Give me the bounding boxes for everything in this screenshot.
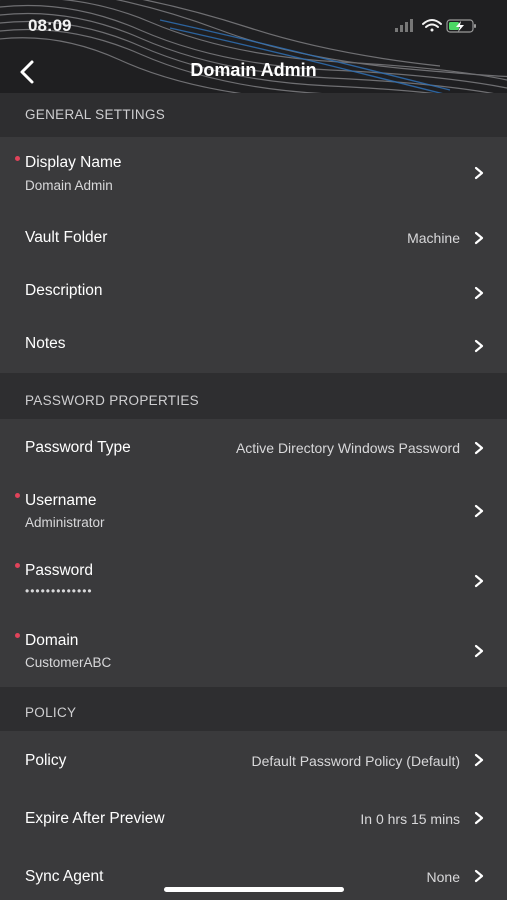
row-sync-agent[interactable]: Sync Agent None: [0, 847, 507, 900]
policy-label: Policy: [25, 752, 67, 769]
row-notes[interactable]: Notes: [0, 320, 507, 373]
sync-agent-value: None: [426, 869, 460, 885]
chevron-right-icon: [474, 166, 484, 180]
required-indicator: [15, 493, 20, 498]
chevron-right-icon: [474, 753, 484, 767]
chevron-right-icon: [474, 339, 484, 353]
vault-folder-label: Vault Folder: [25, 229, 108, 246]
password-type-value: Active Directory Windows Password: [235, 440, 460, 456]
description-label: Description: [25, 282, 103, 299]
domain-label: Domain: [25, 632, 79, 649]
page-title: Domain Admin: [190, 60, 317, 80]
home-indicator[interactable]: [164, 887, 344, 892]
chevron-right-icon: [474, 574, 484, 588]
section-header-general: GENERAL SETTINGS: [0, 93, 507, 137]
display-name-value: Domain Admin: [25, 178, 113, 193]
expire-value: In 0 hrs 15 mins: [360, 811, 460, 827]
row-password-type[interactable]: Password Type Active Directory Windows P…: [0, 419, 507, 477]
required-indicator: [15, 633, 20, 638]
nav-header: 08:09 Domain Admin: [0, 0, 507, 93]
expire-label: Expire After Preview: [25, 810, 165, 827]
battery-charging-icon: [446, 19, 476, 33]
section-header-password-properties: PASSWORD PROPERTIES: [0, 373, 507, 419]
chevron-right-icon: [474, 644, 484, 658]
notes-label: Notes: [25, 335, 66, 352]
required-indicator: [15, 563, 20, 568]
row-display-name[interactable]: Display Name Domain Admin: [0, 137, 507, 207]
section-header-policy: POLICY: [0, 687, 507, 731]
chevron-right-icon: [474, 441, 484, 455]
row-expire-after-preview[interactable]: Expire After Preview In 0 hrs 15 mins: [0, 789, 507, 847]
username-label: Username: [25, 492, 97, 509]
display-name-label: Display Name: [25, 154, 122, 171]
username-value: Administrator: [25, 515, 105, 530]
row-username[interactable]: Username Administrator: [0, 477, 507, 547]
cellular-signal-icon: [395, 19, 413, 32]
row-vault-folder[interactable]: Vault Folder Machine: [0, 207, 507, 267]
row-policy[interactable]: Policy Default Password Policy (Default): [0, 731, 507, 789]
chevron-right-icon: [474, 231, 484, 245]
status-icons: [395, 19, 476, 33]
vault-folder-value: Machine: [407, 230, 460, 246]
row-description[interactable]: Description: [0, 267, 507, 320]
status-time: 08:09: [28, 16, 72, 35]
chevron-right-icon: [474, 811, 484, 825]
row-password[interactable]: Password •••••••••••••: [0, 547, 507, 617]
row-domain[interactable]: Domain CustomerABC: [0, 617, 507, 687]
password-label: Password: [25, 562, 94, 579]
wifi-icon: [422, 19, 442, 32]
policy-value: Default Password Policy (Default): [251, 753, 460, 769]
required-indicator: [15, 156, 20, 161]
chevron-right-icon: [474, 504, 484, 518]
domain-value: CustomerABC: [25, 655, 112, 670]
sync-agent-label: Sync Agent: [25, 868, 104, 885]
password-masked-value: •••••••••••••: [25, 584, 93, 598]
password-type-label: Password Type: [25, 439, 131, 456]
chevron-right-icon: [474, 286, 484, 300]
chevron-right-icon: [474, 869, 484, 883]
